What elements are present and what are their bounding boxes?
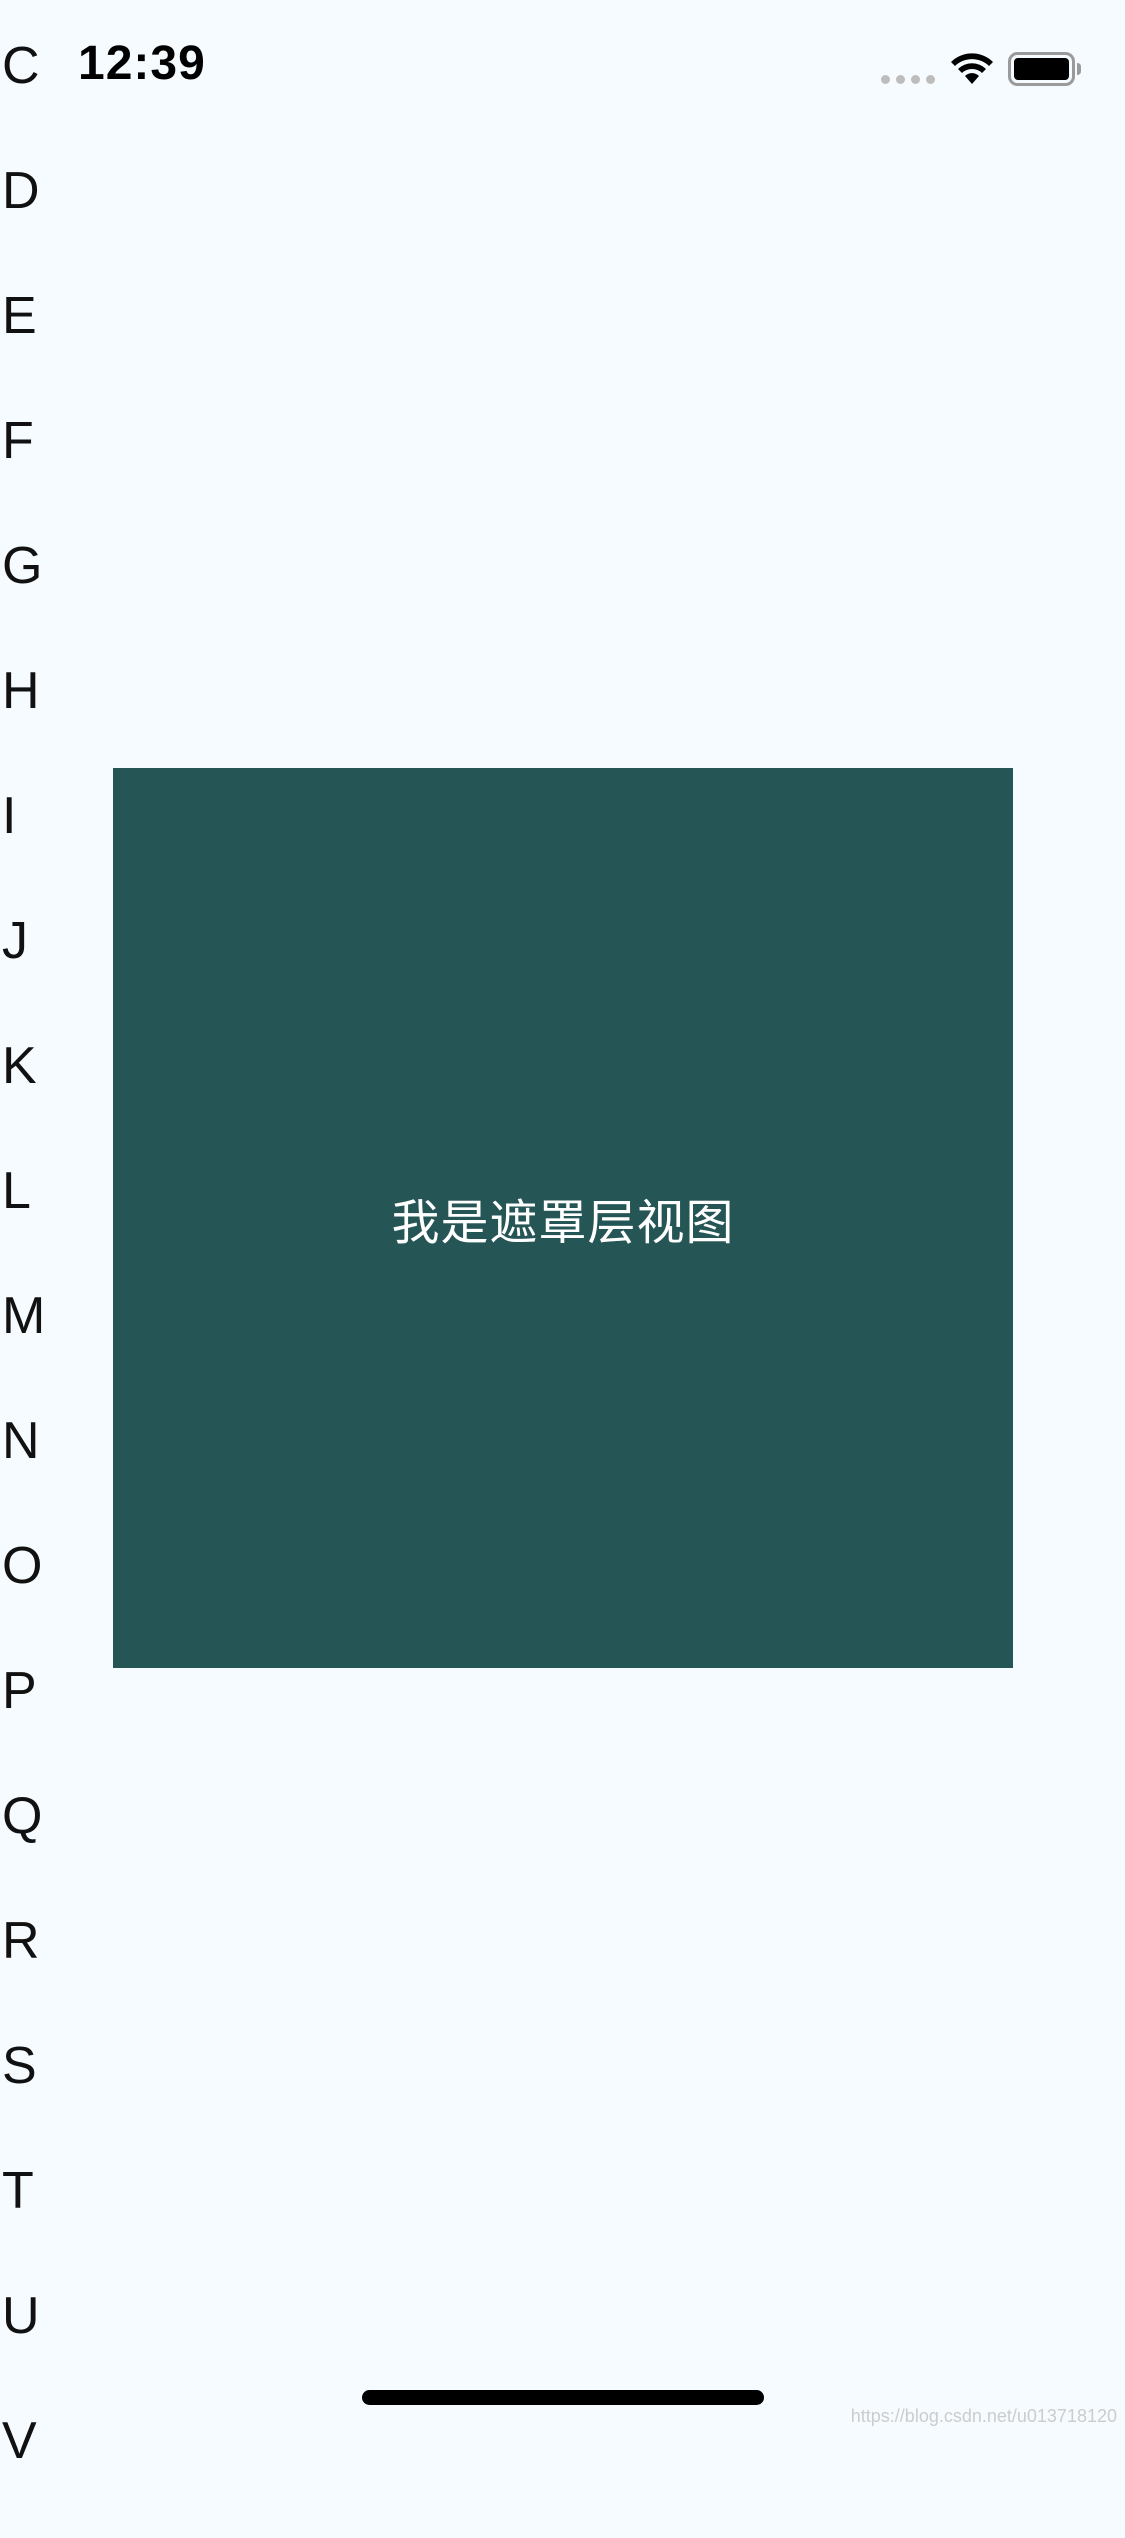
index-letter-t[interactable]: T — [0, 2163, 45, 2288]
index-letter-p[interactable]: P — [0, 1663, 45, 1788]
index-letter-g[interactable]: G — [0, 538, 45, 663]
index-letter-f[interactable]: F — [0, 413, 45, 538]
index-letter-o[interactable]: O — [0, 1538, 45, 1663]
index-letter-d[interactable]: D — [0, 163, 45, 288]
index-letter-h[interactable]: H — [0, 663, 45, 788]
index-letter-v[interactable]: V — [0, 2413, 45, 2538]
mask-overlay-view[interactable]: 我是遮罩层视图 — [113, 768, 1013, 1668]
index-letter-i[interactable]: I — [0, 788, 45, 913]
home-indicator[interactable] — [362, 2390, 764, 2405]
watermark-text: https://blog.csdn.net/u013718120 — [850, 2406, 1117, 2426]
status-time: 12:39 — [78, 37, 206, 90]
status-bar: 12:39 — [0, 0, 1125, 135]
index-letter-e[interactable]: E — [0, 288, 45, 413]
index-letter-u[interactable]: U — [0, 2288, 45, 2413]
index-letter-l[interactable]: L — [0, 1163, 45, 1288]
alphabet-index-list: CDEFGHIJKLMNOPQRSTUV — [0, 38, 45, 2538]
wifi-icon — [951, 53, 993, 84]
mask-overlay-label: 我是遮罩层视图 — [391, 1195, 735, 1251]
index-letter-k[interactable]: K — [0, 1038, 45, 1163]
cellular-signal-icon — [881, 75, 935, 84]
index-letter-m[interactable]: M — [0, 1288, 45, 1413]
battery-icon — [1008, 52, 1081, 86]
index-letter-n[interactable]: N — [0, 1413, 45, 1538]
index-letter-c[interactable]: C — [0, 38, 45, 163]
index-letter-j[interactable]: J — [0, 913, 45, 1038]
index-letter-r[interactable]: R — [0, 1913, 45, 2038]
index-letter-q[interactable]: Q — [0, 1788, 45, 1913]
index-letter-s[interactable]: S — [0, 2038, 45, 2163]
